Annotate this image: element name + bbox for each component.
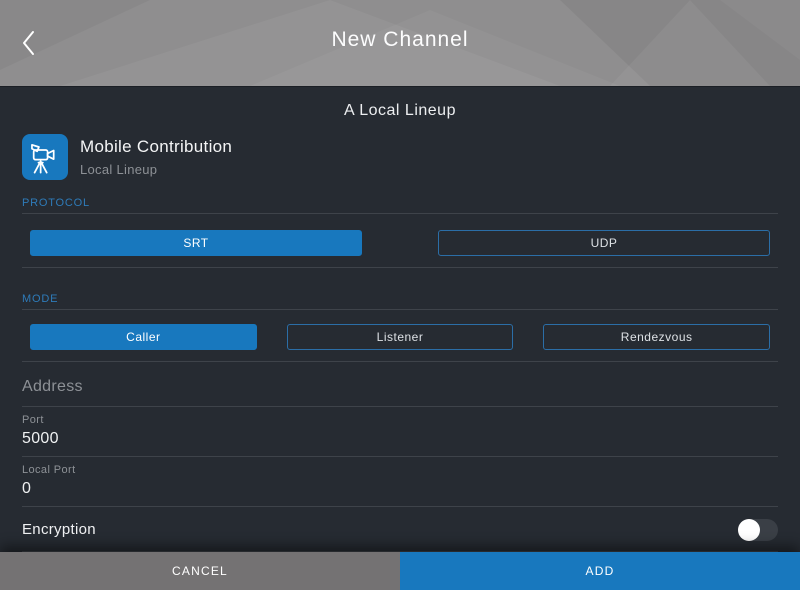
channel-summary: Mobile Contribution Local Lineup bbox=[22, 134, 778, 180]
new-channel-screen: New Channel A Local Lineup bbox=[0, 0, 800, 585]
page-title: New Channel bbox=[0, 28, 800, 52]
video-camera-tripod-icon bbox=[25, 137, 65, 177]
add-button[interactable]: ADD bbox=[400, 552, 800, 590]
channel-info: Mobile Contribution Local Lineup bbox=[80, 137, 232, 177]
divider bbox=[22, 506, 778, 507]
encryption-row: Encryption bbox=[22, 516, 778, 543]
protocol-option-srt[interactable]: SRT bbox=[30, 230, 362, 256]
protocol-section-label: PROTOCOL bbox=[22, 197, 778, 209]
channel-name: Mobile Contribution bbox=[80, 137, 232, 157]
lineup-title: A Local Lineup bbox=[0, 87, 800, 120]
footer-actions: CANCEL ADD bbox=[0, 552, 800, 590]
mode-options: Caller Listener Rendezvous bbox=[30, 324, 770, 350]
form-content: A Local Lineup Mobile Contribution bbox=[0, 86, 800, 552]
mode-section-label: MODE bbox=[22, 293, 778, 305]
channel-icon bbox=[22, 134, 68, 180]
mode-option-rendezvous[interactable]: Rendezvous bbox=[543, 324, 770, 350]
toggle-knob bbox=[738, 519, 760, 541]
encryption-toggle[interactable] bbox=[738, 519, 778, 541]
local-port-field-row: Local Port bbox=[22, 464, 778, 499]
divider bbox=[22, 406, 778, 407]
port-label: Port bbox=[22, 414, 778, 426]
address-field-row bbox=[22, 377, 778, 397]
local-port-label: Local Port bbox=[22, 464, 778, 476]
address-input[interactable] bbox=[22, 377, 778, 397]
protocol-option-udp[interactable]: UDP bbox=[438, 230, 770, 256]
port-input[interactable] bbox=[22, 429, 778, 449]
divider bbox=[22, 267, 778, 268]
local-port-input[interactable] bbox=[22, 479, 778, 499]
divider bbox=[22, 213, 778, 214]
mode-option-listener[interactable]: Listener bbox=[287, 324, 514, 350]
protocol-options: SRT UDP bbox=[30, 230, 770, 256]
divider bbox=[22, 309, 778, 310]
encryption-label: Encryption bbox=[22, 521, 96, 538]
divider bbox=[22, 456, 778, 457]
channel-type: Local Lineup bbox=[80, 162, 232, 177]
divider bbox=[22, 361, 778, 362]
mode-option-caller[interactable]: Caller bbox=[30, 324, 257, 350]
header: New Channel bbox=[0, 0, 800, 86]
cancel-button[interactable]: CANCEL bbox=[0, 552, 400, 590]
port-field-row: Port bbox=[22, 414, 778, 449]
